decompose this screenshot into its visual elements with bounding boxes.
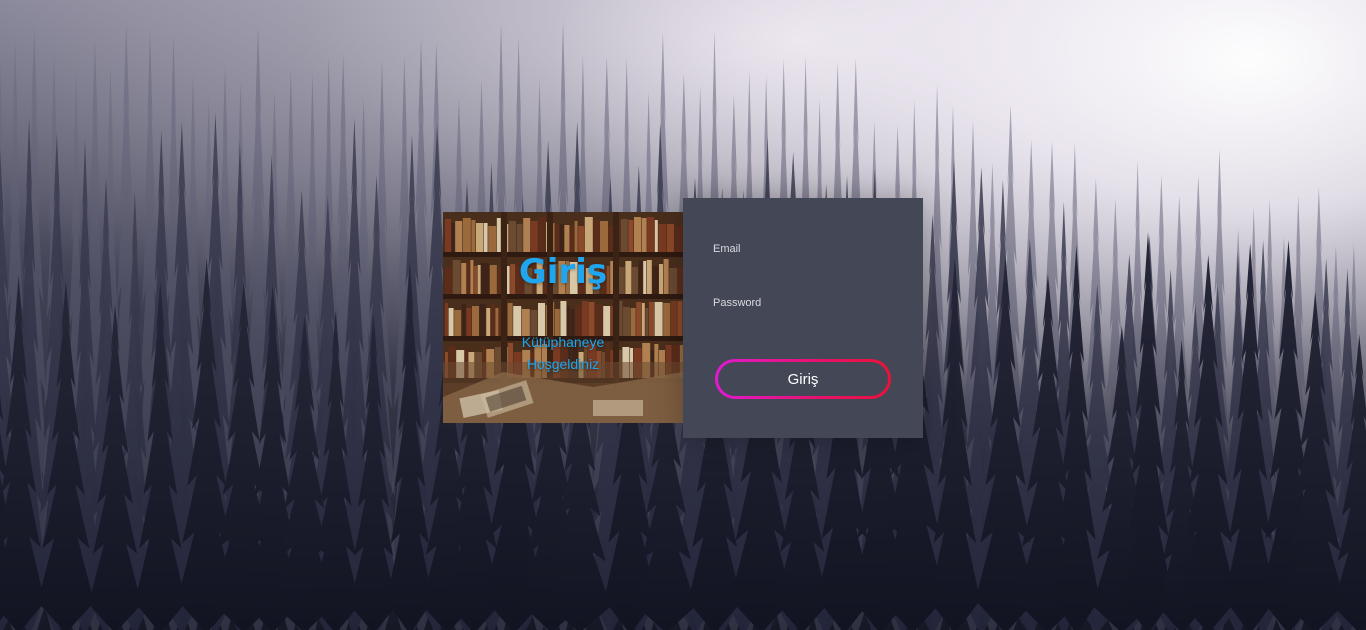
book-spine [462, 218, 471, 252]
book-spine [530, 221, 538, 252]
book-spine [445, 219, 451, 252]
book-spine [628, 220, 634, 252]
book-spine [584, 217, 593, 252]
welcome-subtitle: Kütüphaneye Hoşgeldiniz [443, 331, 683, 375]
book-spine [647, 217, 655, 252]
email-field[interactable] [711, 260, 897, 282]
welcome-title: Giriş [518, 252, 608, 292]
book-spine [574, 221, 578, 252]
book-spine [667, 224, 674, 252]
book-spine [496, 218, 501, 252]
book-spine [451, 223, 455, 252]
book-spine [654, 220, 658, 252]
book-spine [578, 226, 585, 252]
email-label: Email [713, 243, 741, 255]
password-label: Password [713, 297, 762, 309]
book-spine [593, 220, 600, 252]
book-spine [608, 226, 614, 252]
welcome-panel: Giriş Kütüphaneye Hoşgeldiniz [443, 212, 683, 423]
book-spine [555, 225, 560, 252]
book-spine [488, 226, 497, 252]
book-spine [600, 221, 608, 252]
book-spine [641, 218, 647, 252]
book-spine [476, 223, 483, 252]
shelf-board [443, 294, 683, 299]
book-spine [658, 224, 667, 252]
book-spine [620, 219, 628, 252]
login-button[interactable]: Giriş [715, 359, 891, 399]
book-spine [564, 225, 570, 252]
book-spine [674, 226, 683, 252]
book-spine [523, 218, 531, 252]
book-spine [516, 224, 523, 252]
book-spine [634, 217, 641, 252]
library-bookshelf-image [443, 212, 683, 423]
login-page: Giriş Kütüphaneye Hoşgeldiniz Email Pass… [0, 0, 1366, 630]
welcome-subtitle-line-2: Hoşgeldiniz [526, 356, 600, 372]
login-button-label: Giriş [718, 362, 888, 396]
welcome-subtitle-line-1: Kütüphaneye [521, 334, 605, 350]
book-spine [509, 221, 516, 252]
book-spine [455, 221, 463, 252]
book-spine [570, 226, 574, 252]
book-spine [559, 224, 564, 252]
book-spine [471, 220, 476, 252]
book-spine [483, 223, 488, 252]
password-field[interactable] [711, 314, 897, 336]
book-spine [538, 217, 546, 252]
login-form: Email Password Giriş [683, 198, 923, 438]
